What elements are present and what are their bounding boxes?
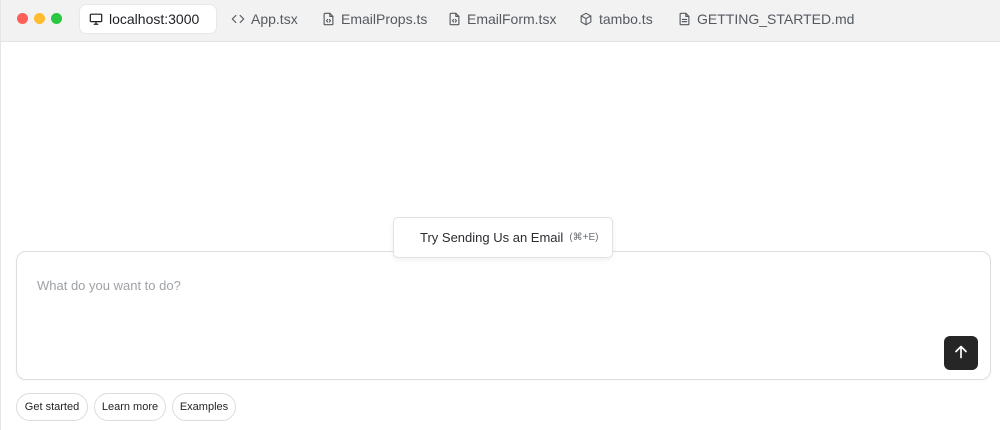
prompt-input[interactable] <box>37 270 917 300</box>
tab-label: GETTING_STARTED.md <box>697 11 855 27</box>
send-button[interactable] <box>944 336 978 370</box>
examples-button[interactable]: Examples <box>172 393 236 421</box>
box-icon <box>579 12 593 26</box>
file-code-icon <box>448 12 461 26</box>
tab-emailform-tsx[interactable]: EmailForm.tsx <box>439 5 565 33</box>
tab-label: localhost:3000 <box>109 11 200 27</box>
file-text-icon <box>678 12 691 26</box>
tab-tambo-ts[interactable]: tambo.ts <box>570 5 662 33</box>
suggestion-label: Try Sending Us an Email <box>420 230 564 245</box>
email-suggestion-button[interactable]: Try Sending Us an Email (⌘+E) <box>393 217 613 258</box>
code-icon <box>231 12 245 26</box>
tab-app-tsx[interactable]: App.tsx <box>222 5 307 33</box>
tab-label: EmailForm.tsx <box>467 11 557 27</box>
prompt-box <box>16 251 991 380</box>
tab-label: tambo.ts <box>599 11 653 27</box>
minimize-window-button[interactable] <box>34 13 45 24</box>
close-window-button[interactable] <box>17 13 28 24</box>
get-started-button[interactable]: Get started <box>16 393 88 421</box>
zoom-window-button[interactable] <box>51 13 62 24</box>
tab-getting-started-md[interactable]: GETTING_STARTED.md <box>669 5 863 33</box>
tab-bar: localhost:3000 App.tsx EmailProps.ts Ema… <box>1 0 1000 42</box>
monitor-icon <box>89 12 103 26</box>
tab-localhost[interactable]: localhost:3000 <box>80 5 216 33</box>
tab-label: EmailProps.ts <box>341 11 428 27</box>
learn-more-button[interactable]: Learn more <box>94 393 166 421</box>
file-code-icon <box>322 12 335 26</box>
tab-label: App.tsx <box>251 11 298 27</box>
arrow-up-icon <box>953 344 969 363</box>
keyboard-shortcut-hint: (⌘+E) <box>569 232 599 243</box>
browser-window: localhost:3000 App.tsx EmailProps.ts Ema… <box>0 0 1000 430</box>
tab-emailprops-ts[interactable]: EmailProps.ts <box>313 5 436 33</box>
